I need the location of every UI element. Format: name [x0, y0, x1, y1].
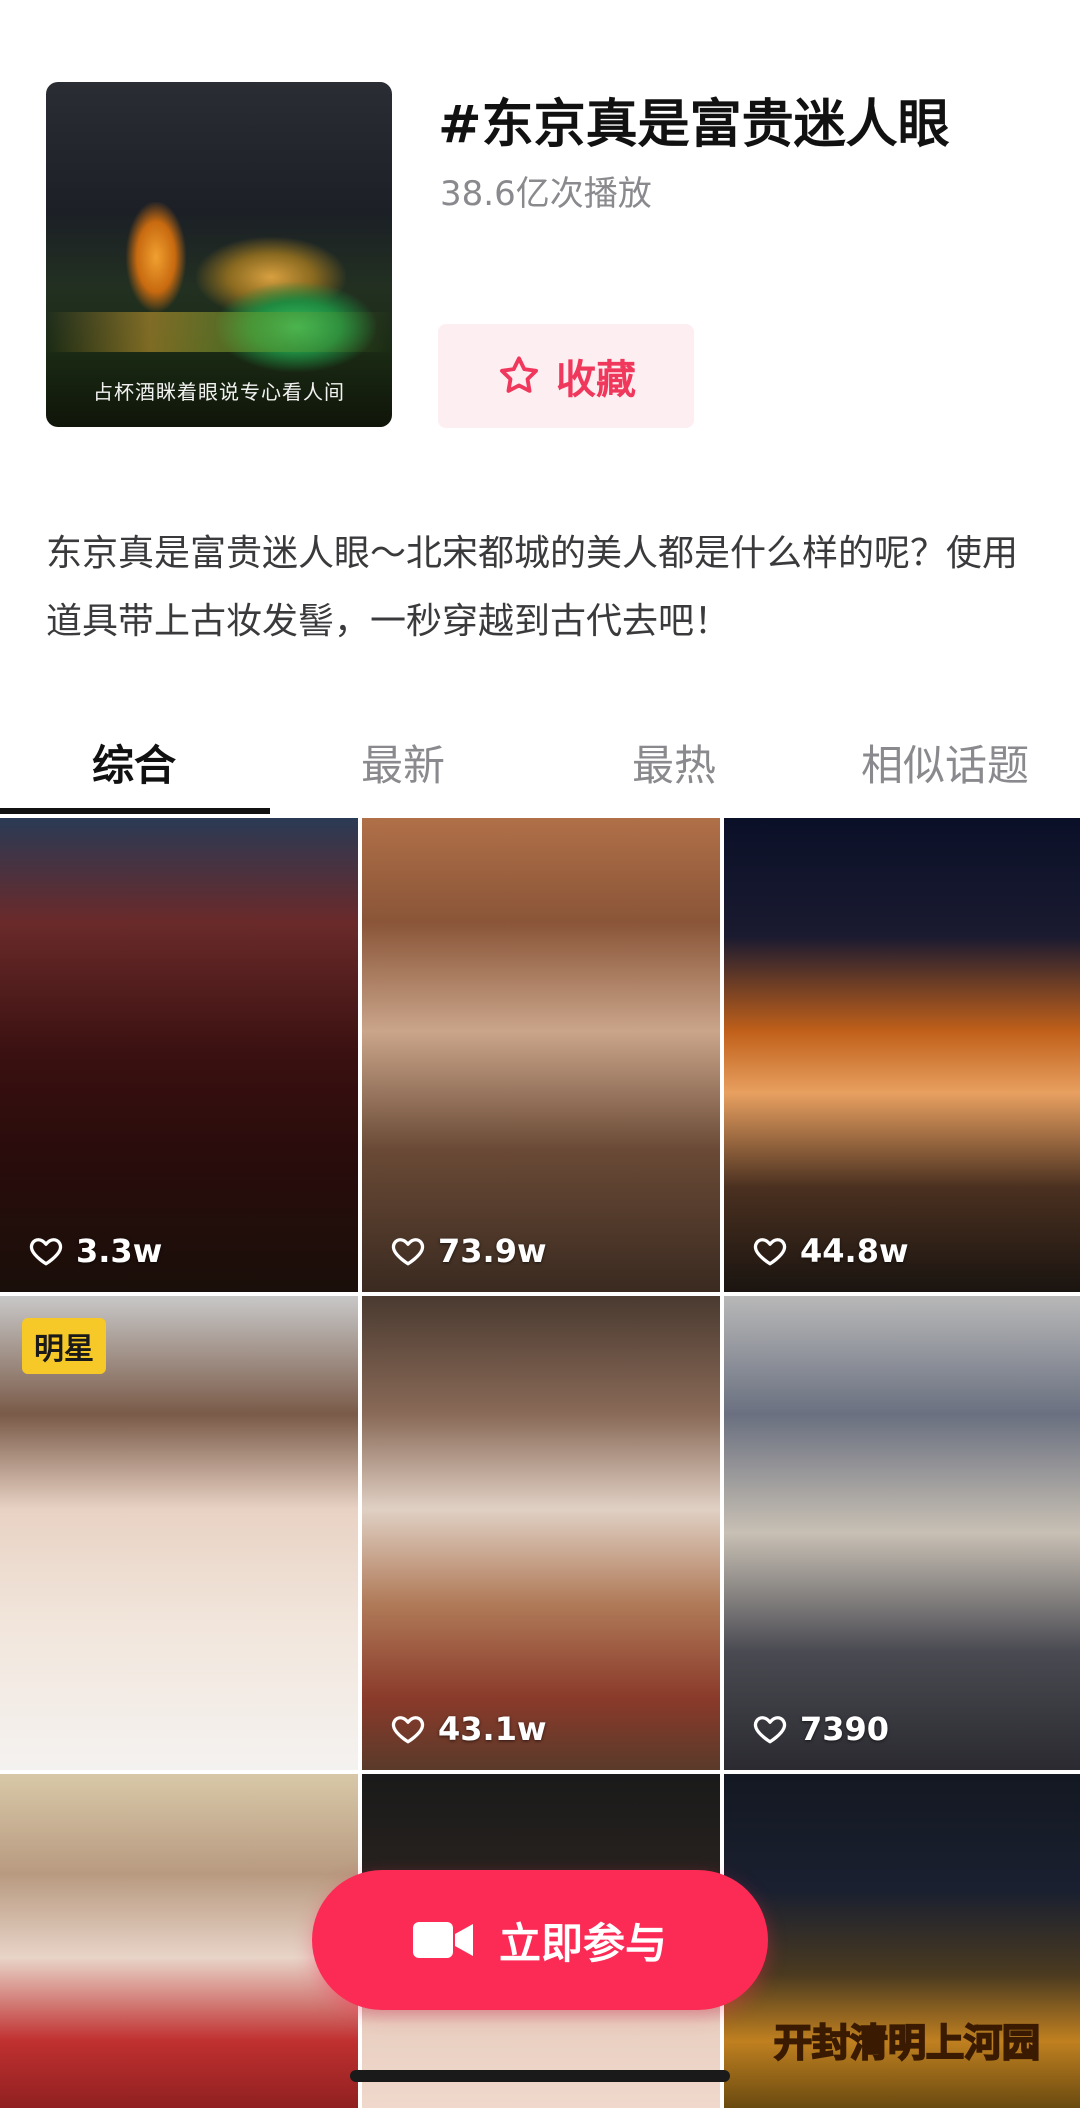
like-count-value: 44.8w	[800, 1232, 909, 1270]
like-count-value: 3.3w	[76, 1232, 163, 1270]
video-card[interactable]: 7390	[724, 1296, 1080, 1770]
video-card[interactable]: 明星	[0, 1296, 358, 1770]
video-camera-icon	[412, 1922, 473, 1958]
join-button[interactable]: 立即参与	[312, 1870, 768, 2010]
video-card[interactable]: 开封清明上河园	[724, 1774, 1080, 2108]
like-count: 73.9w	[390, 1232, 547, 1270]
celebrity-badge: 明星	[22, 1318, 106, 1374]
home-indicator[interactable]	[350, 2070, 730, 2082]
like-count: 43.1w	[390, 1710, 547, 1748]
like-count: 44.8w	[752, 1232, 909, 1270]
video-card[interactable]: 43.1w	[362, 1296, 720, 1770]
like-count-value: 43.1w	[438, 1710, 547, 1748]
join-button-label: 立即参与	[498, 1918, 667, 1968]
tab-comprehensive[interactable]: 综合	[0, 720, 268, 804]
video-card[interactable]: 3.3w	[0, 818, 358, 1292]
heart-outline-icon	[391, 1716, 425, 1744]
tab-latest[interactable]: 最新	[268, 720, 538, 804]
heart-outline-icon	[391, 1238, 425, 1266]
favorite-button[interactable]: 收藏	[438, 324, 694, 428]
cover-pagoda-light	[126, 202, 186, 312]
topic-description: 东京真是富贵迷人眼～北宋都城的美人都是什么样的呢？使用道具带上古妆发髻，一秒穿越…	[46, 533, 1019, 642]
video-card[interactable]: 73.9w	[362, 818, 720, 1292]
like-count: 7390	[752, 1710, 889, 1748]
heart-outline-icon	[753, 1238, 787, 1266]
cover-caption: 占杯酒眯着眼说专心看人间	[93, 380, 345, 404]
tab-bar: 综合 最新 最热 相似话题	[0, 720, 1080, 812]
active-tab-indicator	[0, 808, 270, 814]
like-count-value: 73.9w	[438, 1232, 547, 1270]
favorite-label: 收藏	[556, 357, 636, 403]
video-card[interactable]: 44.8w	[724, 818, 1080, 1292]
star-outline-icon	[500, 356, 538, 393]
tab-similar-topics[interactable]: 相似话题	[810, 720, 1080, 804]
like-count: 3.3w	[28, 1232, 162, 1270]
video-card[interactable]	[0, 1774, 358, 2108]
topic-cover-image[interactable]: 占杯酒眯着眼说专心看人间	[46, 82, 392, 427]
cover-water-reflection	[46, 312, 392, 352]
tab-hottest[interactable]: 最热	[538, 720, 810, 804]
video-overlay-text: 开封清明上河园	[773, 2020, 1041, 2066]
topic-title: #东京真是富贵迷人眼	[438, 95, 950, 155]
play-count: 38.6亿次播放	[440, 174, 652, 214]
heart-outline-icon	[753, 1716, 787, 1744]
heart-outline-icon	[29, 1238, 63, 1266]
like-count-value: 7390	[800, 1710, 890, 1748]
